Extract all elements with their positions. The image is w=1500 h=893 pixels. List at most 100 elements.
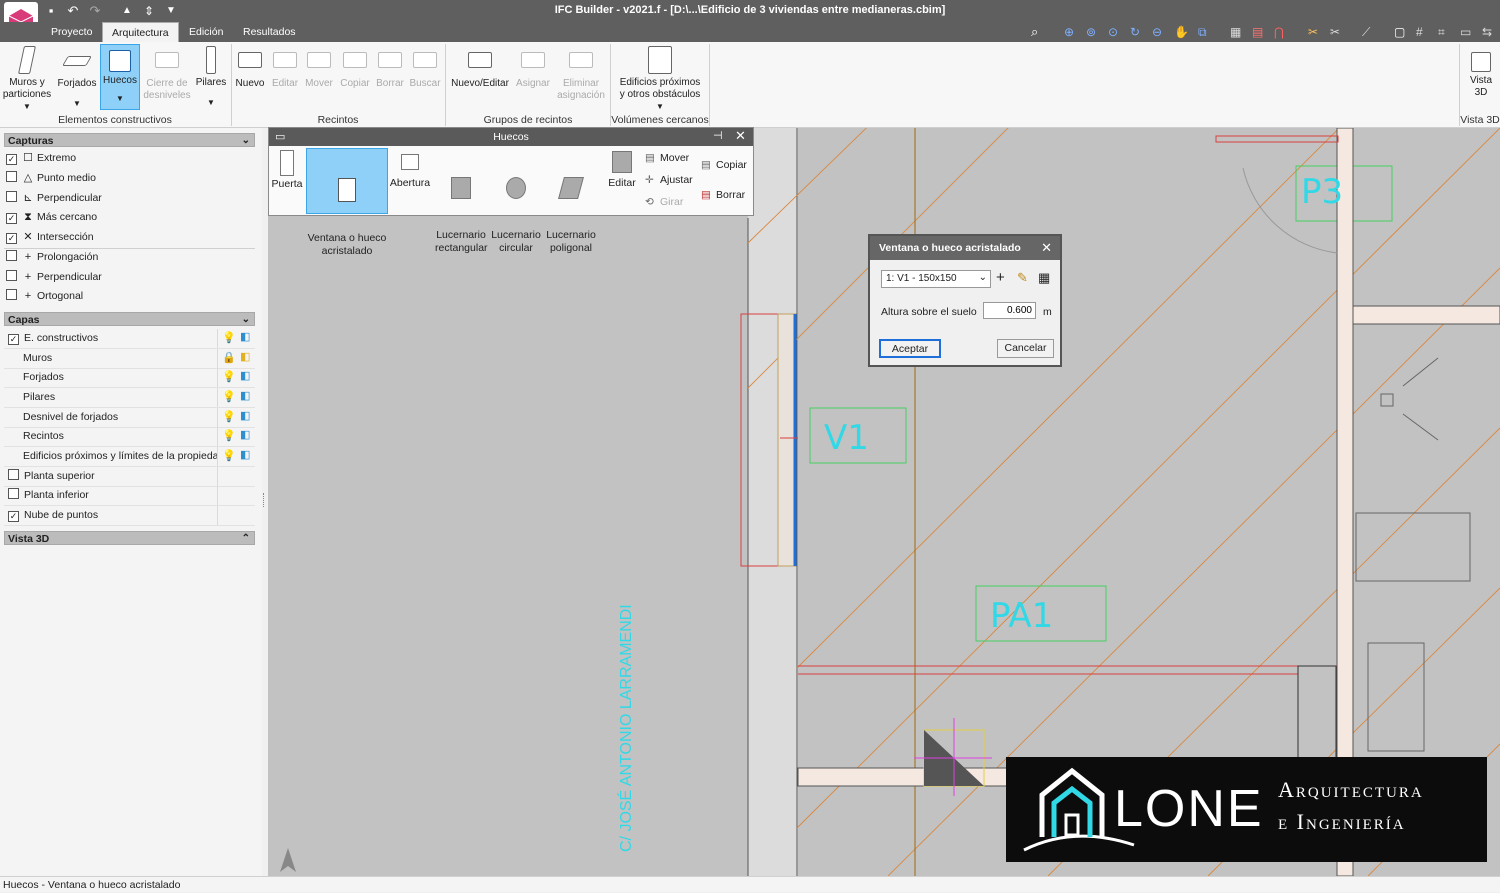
add-icon[interactable]: + (996, 269, 1005, 286)
cube-locked-icon[interactable]: ◧ (240, 352, 251, 363)
room-copy-button[interactable]: Copiar (339, 44, 371, 90)
pin-icon[interactable]: ⊣ (713, 129, 723, 142)
layer-planta-inferior[interactable]: Planta inferior (4, 486, 255, 506)
room-new-button[interactable]: Nuevo (234, 44, 266, 90)
cube-icon[interactable]: ◧ (240, 332, 251, 343)
snap-mas-cercano[interactable]: ✓ ⧗ Más cercano (6, 208, 97, 226)
panel-resize-handle[interactable] (263, 493, 266, 507)
group-new-edit-button[interactable]: Nuevo/Editar (449, 44, 511, 90)
aperture-button[interactable]: Abertura (389, 148, 431, 190)
adjust-button[interactable]: ✛ Ajustar (645, 174, 693, 186)
vista3d-header[interactable]: Vista 3D ⌃ (4, 531, 255, 545)
checkbox[interactable]: ✓ (8, 511, 19, 522)
checkbox[interactable] (6, 250, 17, 261)
move-button[interactable]: ▤ Mover (645, 152, 689, 164)
view-3d-button[interactable]: Vista 3D (1463, 44, 1499, 99)
zoom-in-icon[interactable]: ⊙ (1108, 25, 1118, 39)
copy-button[interactable]: ▤ Copiar (701, 159, 747, 171)
grid-icon[interactable]: # (1416, 25, 1423, 39)
checkbox[interactable] (6, 191, 17, 202)
level-closure-button[interactable]: Cierre de desniveles (142, 44, 192, 102)
zoom-previous-icon[interactable]: ⧉ (1198, 25, 1207, 40)
measure-icon[interactable]: ⟋ (1362, 25, 1370, 40)
search-icon[interactable]: ⌕ (1031, 24, 1038, 40)
snap-point-icon[interactable]: ⌗ (1438, 25, 1445, 40)
checkbox[interactable] (6, 270, 17, 281)
snap-perpendicular[interactable]: ⊾ Perpendicular (6, 189, 102, 207)
room-delete-button[interactable]: Borrar (374, 44, 406, 90)
snap-prolongacion[interactable]: + Prolongación (6, 248, 98, 266)
checkbox[interactable] (6, 289, 17, 300)
snap-perpendicular-2[interactable]: + Perpendicular (6, 268, 102, 286)
rotate-button[interactable]: ⟲ Girar (645, 196, 683, 208)
layer-planta-superior[interactable]: Planta superior (4, 467, 255, 487)
window-type-select[interactable]: 1: V1 - 150x150 ⌄ (881, 270, 991, 288)
skylight-polygon-button[interactable]: Lucernario poligonal (545, 148, 597, 281)
cube-icon[interactable]: ◧ (240, 430, 251, 441)
tab-arquitectura[interactable]: Arquitectura (102, 22, 179, 43)
bulb-icon[interactable]: 💡 (222, 411, 236, 423)
bulb-icon[interactable]: 💡 (222, 391, 236, 403)
arrows-icon[interactable]: ⇆ (1482, 25, 1492, 39)
walls-button[interactable]: Muros y particiones ▼ (2, 44, 52, 113)
capas-header[interactable]: Capas ⌄ (4, 312, 255, 326)
tab-edicion[interactable]: Edición (180, 22, 232, 42)
group-assign-button[interactable]: Asignar (514, 44, 552, 90)
refresh-icon[interactable]: ↻ (1130, 25, 1140, 39)
tool-b-icon[interactable]: ✂ (1330, 25, 1340, 39)
ruler-icon[interactable]: ▭ (1460, 25, 1471, 39)
pan-hand-icon[interactable]: ✋ (1174, 25, 1189, 39)
cube-icon[interactable]: ◧ (240, 450, 251, 461)
layer-edificios[interactable]: Edificios próximos y límites de la propi… (4, 447, 255, 467)
cube-icon[interactable]: ◧ (240, 371, 251, 382)
layer-muros[interactable]: Muros 🔒 ◧ (4, 349, 255, 369)
layer-recintos[interactable]: Recintos 💡 ◧ (4, 427, 255, 447)
edit-button[interactable]: Editar (605, 148, 639, 190)
checkbox[interactable] (8, 488, 19, 499)
checkbox[interactable]: ✓ (6, 233, 17, 244)
checkbox[interactable]: ✓ (6, 154, 17, 165)
checkbox[interactable]: ✓ (6, 213, 17, 224)
lock-icon[interactable]: 🔒 (222, 352, 236, 364)
table-icon[interactable]: ▦ (1038, 270, 1050, 286)
room-move-button[interactable]: Mover (303, 44, 335, 90)
magnet-icon[interactable]: ⋂ (1274, 25, 1284, 39)
slabs-button[interactable]: Forjados ▼ (56, 44, 98, 110)
room-search-button[interactable]: Buscar (408, 44, 442, 90)
layer-e-constructivos[interactable]: ✓ E. constructivos 💡 ◧ (4, 329, 255, 349)
close-icon[interactable]: ✕ (735, 128, 746, 144)
snap-ortogonal[interactable]: + Ortogonal (6, 287, 83, 305)
tab-resultados[interactable]: Resultados (234, 22, 305, 42)
bulb-icon[interactable]: 💡 (222, 430, 236, 442)
layer-forjados[interactable]: Forjados 💡 ◧ (4, 368, 255, 388)
window-button[interactable]: Ventana o hueco acristalado (306, 148, 388, 257)
checkbox[interactable] (8, 469, 19, 480)
cube-icon[interactable]: ◧ (240, 391, 251, 402)
cancel-button[interactable]: Cancelar (997, 339, 1054, 358)
room-edit-button[interactable]: Editar (269, 44, 301, 90)
delete-button[interactable]: ▤ Borrar (701, 189, 745, 201)
layer-pilares[interactable]: Pilares 💡 ◧ (4, 388, 255, 408)
window-frame-icon[interactable]: ▢ (1394, 25, 1405, 39)
pencil-icon[interactable]: ✎ (1017, 270, 1028, 286)
accept-button[interactable]: Aceptar (879, 339, 941, 358)
bulb-icon[interactable]: 💡 (222, 371, 236, 383)
nearby-buildings-button[interactable]: Edificios próximos y otros obstáculos ▼ (614, 44, 706, 113)
grid-snap-icon[interactable]: ▦ (1230, 25, 1241, 39)
zoom-window-icon[interactable]: ⊕ (1064, 25, 1074, 39)
layers-icon[interactable]: ▤ (1252, 25, 1263, 39)
tab-proyecto[interactable]: Proyecto (42, 22, 101, 42)
huecos-toolbar-titlebar[interactable]: ▭ Huecos ⊣ ✕ (269, 128, 753, 146)
checkbox[interactable] (6, 171, 17, 182)
openings-button[interactable]: Huecos ▼ (100, 44, 140, 110)
capturas-header[interactable]: Capturas ⌄ (4, 133, 255, 147)
zoom-out-icon[interactable]: ⊖ (1152, 25, 1162, 39)
snap-extremo[interactable]: ✓ ☐ Extremo (6, 149, 76, 167)
group-unassign-button[interactable]: Eliminar asignación (554, 44, 608, 102)
columns-button[interactable]: Pilares ▼ (194, 44, 228, 109)
snap-interseccion[interactable]: ✓ ✕ Intersección (6, 228, 94, 246)
close-icon[interactable]: ✕ (1041, 236, 1052, 260)
bulb-icon[interactable]: 💡 (222, 450, 236, 462)
layer-nube-puntos[interactable]: ✓ Nube de puntos (4, 506, 255, 526)
bulb-icon[interactable]: 💡 (222, 332, 236, 344)
